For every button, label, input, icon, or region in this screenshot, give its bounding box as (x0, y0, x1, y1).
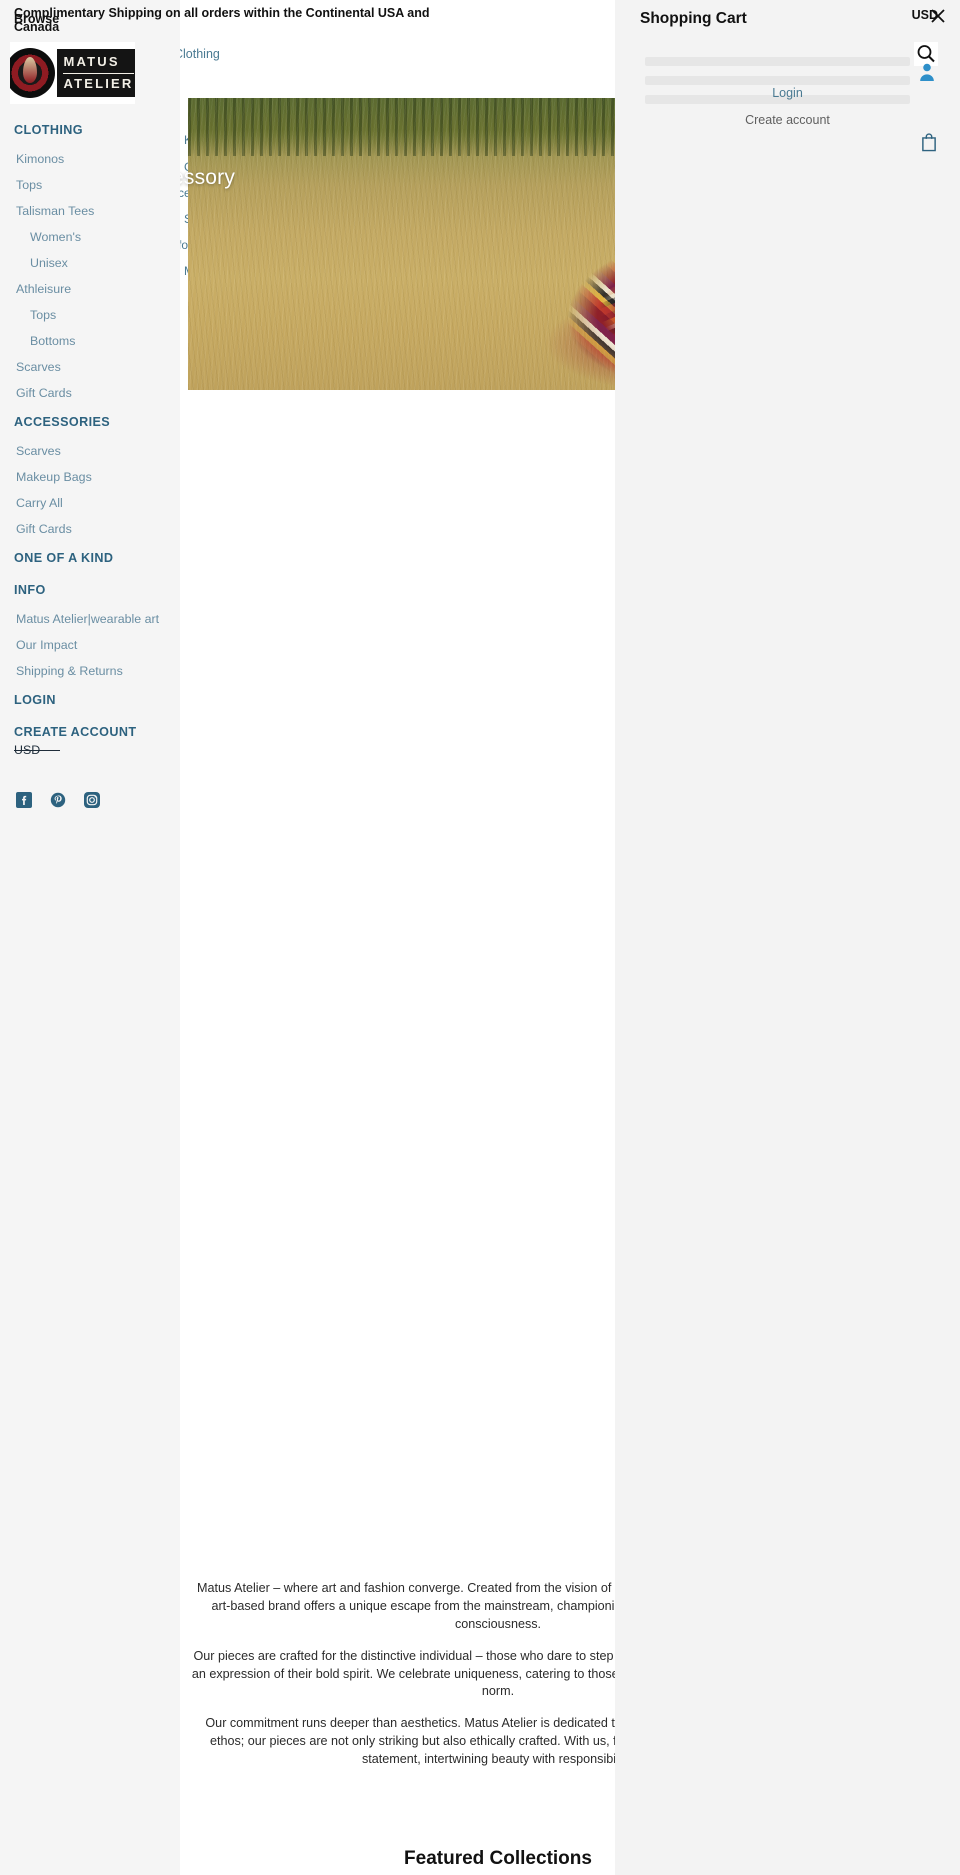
drawer-section: ONE OF A KIND (0, 542, 180, 574)
announcement-text: Complimentary Shipping on all orders wit… (14, 6, 430, 35)
instagram-icon[interactable] (84, 792, 100, 808)
drawer-section-head-login[interactable]: LOGIN (0, 684, 180, 716)
drawer-item-women-s[interactable]: Women's (0, 224, 180, 250)
logo-line-2: ATELIER (63, 75, 134, 91)
drawer-nav: CLOTHING Kimonos Tops Talisman Tees Women's U… (0, 114, 180, 748)
drawer-item-gift-cards[interactable]: Gift Cards (0, 516, 180, 542)
cart-login-link[interactable]: Login (615, 86, 960, 100)
drawer-item-makeup-bags[interactable]: Makeup Bags (0, 464, 180, 490)
drawer-section: LOGIN (0, 684, 180, 716)
drawer-item-kimonos[interactable]: Kimonos (0, 146, 180, 172)
drawer-item-bottoms[interactable]: Bottoms (0, 328, 180, 354)
drawer-item-scarves[interactable]: Scarves (0, 354, 180, 380)
drawer-item-talisman-tees[interactable]: Talisman Tees (0, 198, 180, 224)
drawer-item-carry-all[interactable]: Carry All (0, 490, 180, 516)
drawer-item-gift-cards[interactable]: Gift Cards (0, 380, 180, 406)
drawer-section: INFO Matus Atelier|wearable art Our Impact… (0, 574, 180, 684)
currency-selector[interactable]: USD (0, 735, 180, 765)
cart-drawer: Shopping Cart USD Login Create account (615, 0, 960, 1875)
cart-skeleton-line (645, 57, 910, 66)
drawer-item-unisex[interactable]: Unisex (0, 250, 180, 276)
drawer-section-head-clothing[interactable]: CLOTHING (0, 114, 180, 146)
drawer-item-athleisure[interactable]: Athleisure (0, 276, 180, 302)
mobile-menu-drawer: Browse MATUS ATELIER CLOTHING Kimonos Tops… (0, 0, 180, 1875)
pinterest-icon[interactable] (50, 792, 66, 808)
drawer-item-our-impact[interactable]: Our Impact (0, 632, 180, 658)
drawer-item-scarves[interactable]: Scarves (0, 438, 180, 464)
facebook-icon[interactable] (16, 792, 32, 808)
cart-skeleton-line (645, 76, 910, 85)
hero-caption: essory (172, 166, 236, 189)
drawer-item-shipping-returns[interactable]: Shipping & Returns (0, 658, 180, 684)
logo-line-1: MATUS (63, 54, 120, 70)
account-icon[interactable] (918, 62, 936, 82)
drawer-item-tops[interactable]: Tops (0, 172, 180, 198)
drawer-item-matus-atelier-wearable-art[interactable]: Matus Atelier|wearable art (0, 606, 180, 632)
drawer-section: CLOTHING Kimonos Tops Talisman Tees Women's U… (0, 114, 180, 406)
shopping-bag-icon[interactable] (920, 132, 938, 152)
drawer-item-tops[interactable]: Tops (0, 302, 180, 328)
logo-emblem-icon (10, 48, 56, 98)
site-logo[interactable]: MATUS ATELIER (10, 42, 135, 104)
drawer-section-head-info[interactable]: INFO (0, 574, 180, 606)
drawer-section-head-one-of-a-kind[interactable]: ONE OF A KIND (0, 542, 180, 574)
social-links (0, 778, 114, 808)
drawer-section-head-accessories[interactable]: ACCESSORIES (0, 406, 180, 438)
logo-wordmark: MATUS ATELIER (57, 49, 135, 97)
announcement-bar: Complimentary Shipping on all orders wit… (0, 0, 960, 45)
logo-divider (63, 72, 134, 74)
cart-create-account-link[interactable]: Create account (615, 113, 960, 127)
drawer-section: ACCESSORIES Scarves Makeup Bags Carry All Gi… (0, 406, 180, 542)
